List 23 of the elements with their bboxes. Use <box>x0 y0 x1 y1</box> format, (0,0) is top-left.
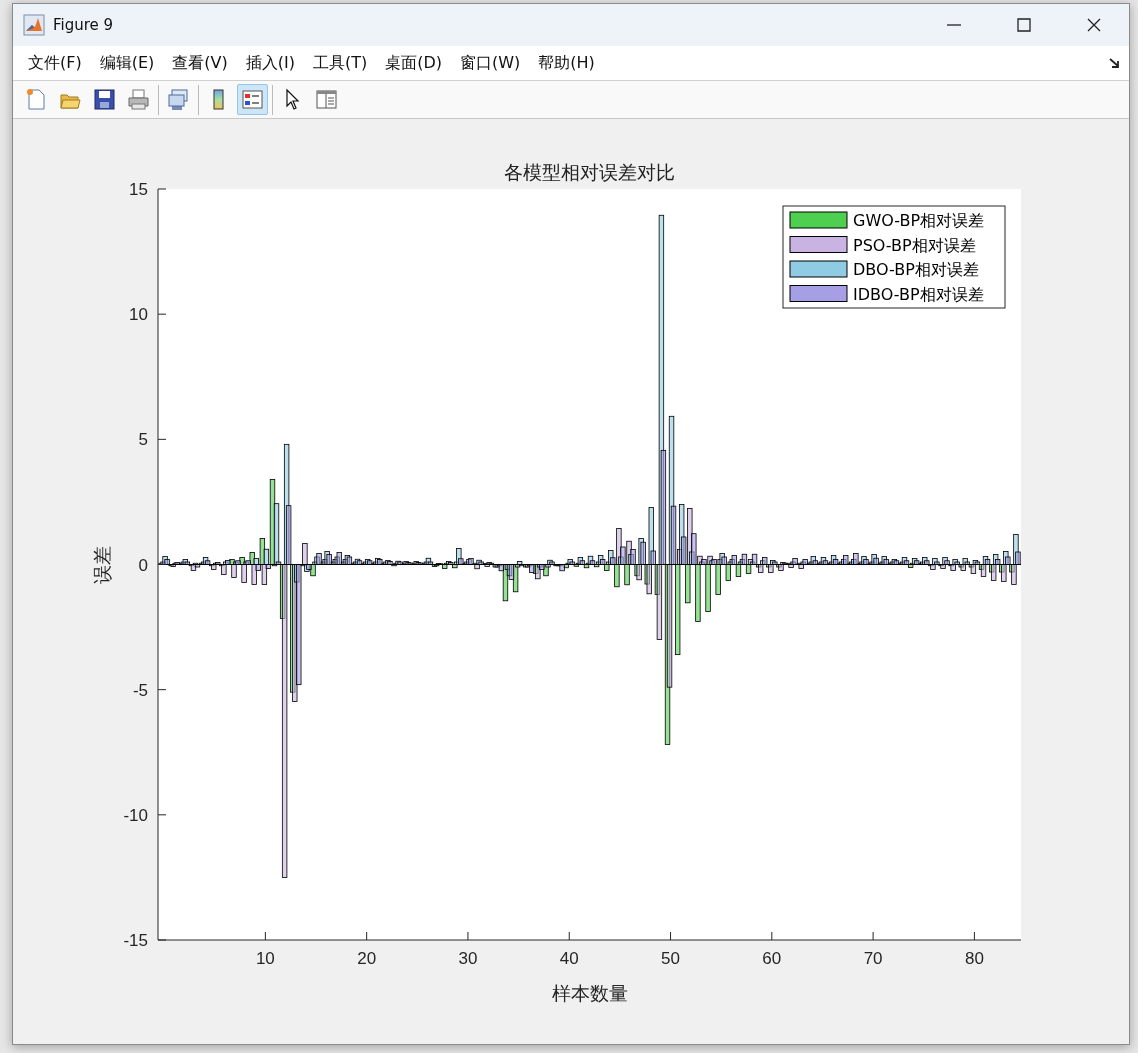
legend-label: DBO-BP相对误差 <box>853 260 979 279</box>
y-axis-label: 误差 <box>91 545 113 584</box>
window-title: Figure 9 <box>53 14 114 36</box>
tick-label: 70 <box>863 949 883 968</box>
tick-label: 20 <box>357 949 377 968</box>
tick-label: 60 <box>762 949 782 968</box>
tick-label: 15 <box>129 180 148 199</box>
tick-label: 50 <box>661 949 680 968</box>
tick-label: 10 <box>255 949 275 968</box>
tick-label: 80 <box>964 949 984 968</box>
tick-label: 30 <box>458 949 478 968</box>
legend-label: PSO-BP相对误差 <box>853 235 976 255</box>
tick-label: -10 <box>123 805 148 825</box>
tick-label: 10 <box>129 305 148 325</box>
tick-label: 0 <box>138 555 148 575</box>
chart-title: 各模型相对误差对比 <box>504 161 675 183</box>
legend-label: GWO-BP相对误差 <box>853 211 985 230</box>
tick-label: -15 <box>123 931 148 950</box>
tick-label: 5 <box>138 430 148 450</box>
x-axis-label: 样本数量 <box>551 982 628 1004</box>
legend-label: IDBO-BP相对误差 <box>853 284 984 304</box>
tick-label: 40 <box>559 949 579 968</box>
tick-label: -5 <box>132 680 148 700</box>
